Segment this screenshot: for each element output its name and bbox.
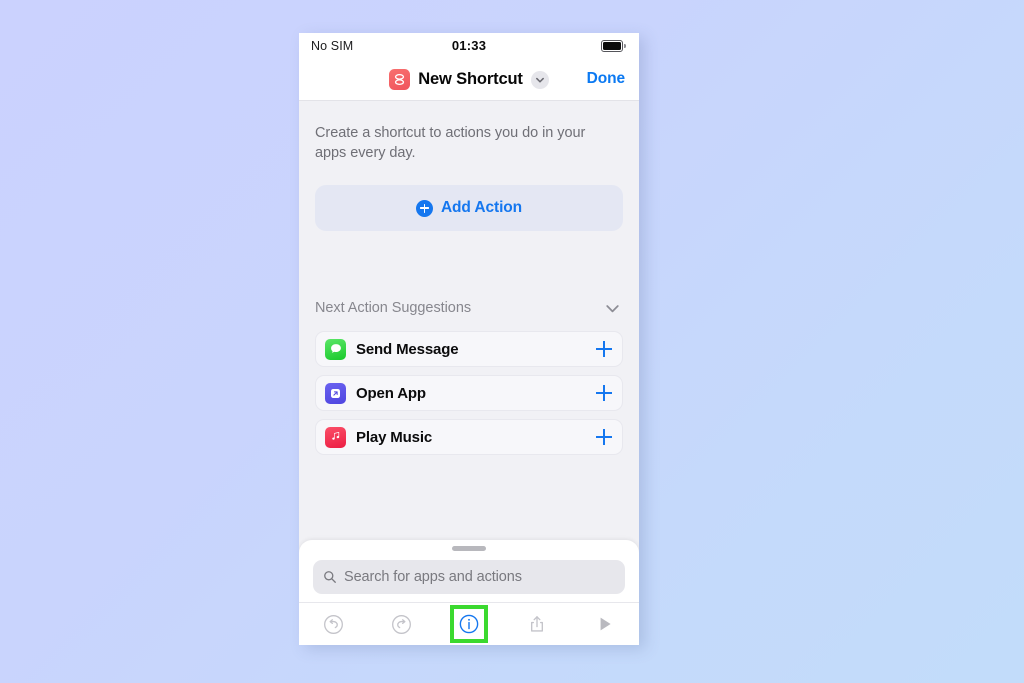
list-item[interactable]: Send Message xyxy=(315,331,623,367)
chevron-down-icon[interactable] xyxy=(604,300,621,317)
add-action-button[interactable]: Add Action xyxy=(315,185,623,231)
undo-button[interactable] xyxy=(299,603,367,645)
navigation-bar: New Shortcut Done xyxy=(299,59,639,101)
list-item[interactable]: Play Music xyxy=(315,419,623,455)
phone-screen: No SIM 01:33 New Shortcut Done Create a … xyxy=(299,33,639,645)
empty-state-description: Create a shortcut to actions you do in y… xyxy=(315,125,586,161)
add-action-label: Add Action xyxy=(440,199,523,216)
done-button[interactable]: Done xyxy=(587,70,625,88)
list-item-label: Open App xyxy=(356,384,426,402)
action-library-sheet: Search for apps and actions xyxy=(299,540,639,645)
battery-full-icon xyxy=(601,40,626,52)
share-button[interactable] xyxy=(503,603,571,645)
chevron-down-icon[interactable] xyxy=(530,70,549,89)
plus-icon[interactable] xyxy=(596,341,612,357)
open-app-icon xyxy=(325,382,346,404)
suggestions-header[interactable]: Next Action Suggestions xyxy=(315,297,623,319)
redo-button[interactable] xyxy=(367,603,435,645)
search-placeholder: Search for apps and actions xyxy=(344,568,522,585)
next-action-suggestions-section: Next Action Suggestions Send Message Ope… xyxy=(315,297,623,455)
list-item-label: Play Music xyxy=(356,428,433,446)
music-app-icon xyxy=(325,426,346,448)
suggestions-list: Send Message Open App Play Music xyxy=(315,331,623,455)
page-title: New Shortcut xyxy=(418,70,523,88)
list-item[interactable]: Open App xyxy=(315,375,623,411)
highlight-box xyxy=(450,605,488,643)
search-input[interactable]: Search for apps and actions xyxy=(313,559,625,594)
info-button-highlight-wrapper xyxy=(435,603,503,645)
status-bar: No SIM 01:33 xyxy=(299,33,639,59)
clock-label: 01:33 xyxy=(451,38,487,53)
search-icon xyxy=(323,570,337,584)
info-icon[interactable] xyxy=(458,613,480,635)
messages-app-icon xyxy=(325,338,346,360)
drag-handle-icon[interactable] xyxy=(452,546,486,551)
plus-icon[interactable] xyxy=(596,385,612,401)
plus-icon[interactable] xyxy=(596,429,612,445)
shortcut-editor-canvas: Create a shortcut to actions you do in y… xyxy=(299,101,639,573)
suggestions-header-label: Next Action Suggestions xyxy=(315,300,472,316)
list-item-label: Send Message xyxy=(356,340,459,358)
shortcuts-app-icon xyxy=(389,69,411,90)
editor-toolbar xyxy=(299,602,639,645)
play-button[interactable] xyxy=(571,603,639,645)
plus-circle-icon xyxy=(415,199,433,217)
